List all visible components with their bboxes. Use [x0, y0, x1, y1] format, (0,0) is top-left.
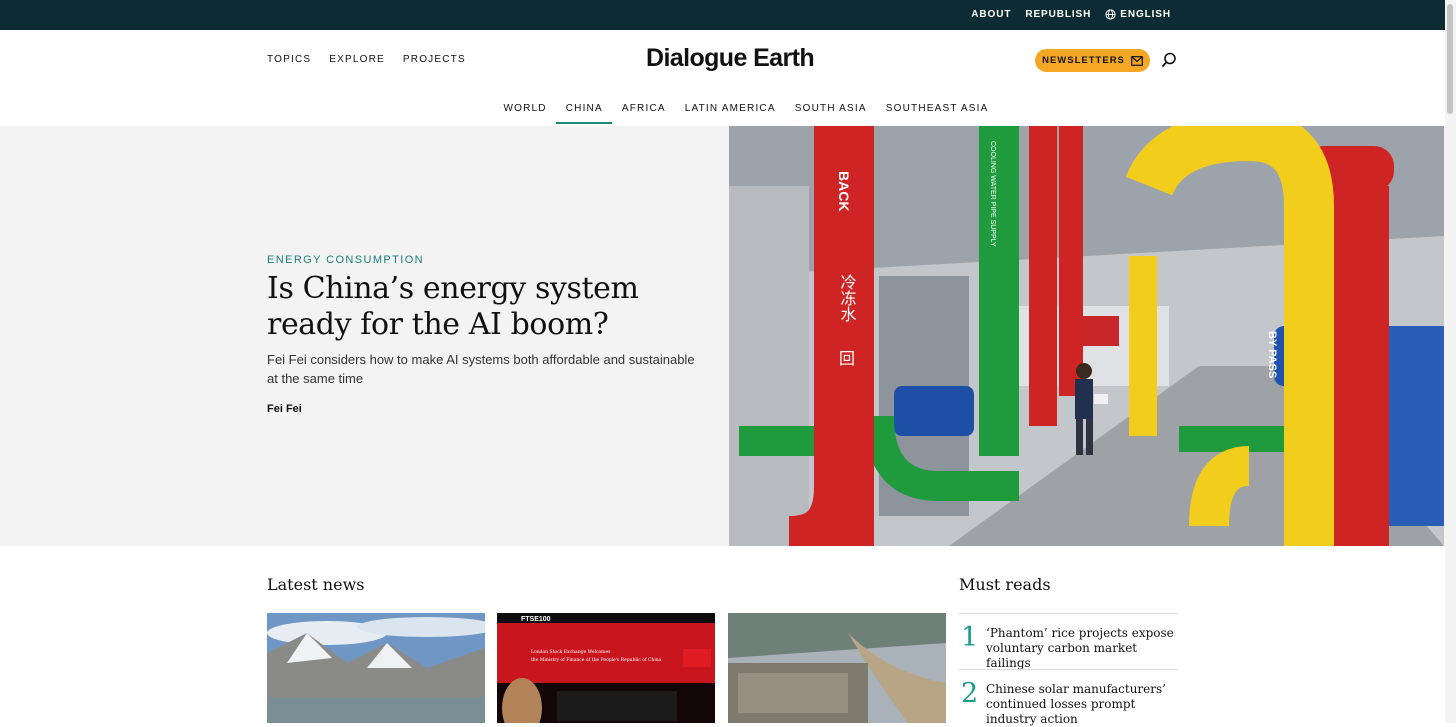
rank-number: 2 — [961, 678, 979, 709]
latest-news-heading: Latest news — [267, 575, 365, 594]
tab-china[interactable]: CHINA — [556, 101, 613, 124]
main-nav: TOPICS EXPLORE PROJECTS — [267, 54, 466, 65]
page-scrollbar[interactable] — [1445, 0, 1456, 723]
newsletters-label: NEWSLETTERS — [1042, 55, 1125, 66]
pipe-room-illustration: BACK 冷冻水 回 BY PASS COOLING WATER PIPE SU… — [729, 126, 1444, 546]
newsletters-button[interactable]: NEWSLETTERS — [1035, 49, 1150, 72]
story-category[interactable]: ENERGY CONSUMPTION — [267, 254, 424, 266]
pipe-label-back: BACK — [836, 171, 852, 211]
region-tabs: WORLD CHINA AFRICA LATIN AMERICA SOUTH A… — [494, 101, 998, 124]
site-header: TOPICS EXPLORE PROJECTS Dialogue Earth N… — [0, 30, 1456, 126]
search-icon[interactable] — [1161, 52, 1177, 68]
news-card-image[interactable] — [728, 613, 946, 723]
news-card-image[interactable]: FTSE100 London Stock Exchange Welcomes t… — [497, 613, 715, 723]
ftse-label: FTSE100 — [521, 616, 551, 623]
language-selector[interactable]: ENGLISH — [1105, 9, 1171, 20]
list-item[interactable]: 1 ‘Phantom’ rice projects expose volunta… — [959, 613, 1178, 671]
lse-banner-line1: London Stock Exchange Welcomes — [531, 649, 611, 655]
featured-story: ENERGY CONSUMPTION Is China’s energy sys… — [0, 126, 1456, 546]
article-link[interactable]: ‘Phantom’ rice projects expose voluntary… — [986, 626, 1178, 671]
tab-south-asia[interactable]: SOUTH ASIA — [785, 101, 876, 124]
rank-number: 1 — [961, 622, 979, 653]
tab-world[interactable]: WORLD — [494, 101, 556, 124]
stock-exchange-photo: FTSE100 London Stock Exchange Welcomes t… — [497, 613, 715, 723]
nav-projects[interactable]: PROJECTS — [403, 54, 466, 65]
list-item[interactable]: 2 Chinese solar manufacturers’ continued… — [959, 669, 1178, 727]
article-link[interactable]: Chinese solar manufacturers’ continued l… — [986, 682, 1178, 727]
lse-banner-line2: the Ministry of Finance of the People's … — [531, 657, 662, 663]
utility-bar: ABOUT REPUBLISH ENGLISH — [0, 0, 1456, 30]
story-standfirst: Fei Fei considers how to make AI systems… — [267, 352, 695, 386]
language-label: ENGLISH — [1120, 9, 1171, 20]
hero-image[interactable]: BACK 冷冻水 回 BY PASS COOLING WATER PIPE SU… — [729, 126, 1444, 546]
must-reads-list: 1 ‘Phantom’ rice projects expose volunta… — [959, 613, 1178, 727]
pipe-label-chilled-water: 冷冻水 — [838, 274, 857, 322]
must-reads-heading: Must reads — [959, 575, 1051, 594]
globe-icon — [1105, 9, 1116, 20]
news-card-image[interactable] — [267, 613, 485, 723]
tab-southeast-asia[interactable]: SOUTHEAST ASIA — [876, 101, 998, 124]
tab-africa[interactable]: AFRICA — [612, 101, 675, 124]
nav-topics[interactable]: TOPICS — [267, 54, 311, 65]
scrollbar-thumb[interactable] — [1447, 4, 1453, 114]
story-author[interactable]: Fei Fei — [267, 403, 302, 415]
nav-explore[interactable]: EXPLORE — [329, 54, 385, 65]
pipe-label-return: 回 — [839, 349, 855, 368]
pipe-label-bypass: BY PASS — [1266, 331, 1278, 378]
flooded-town-photo — [728, 613, 946, 723]
site-logo[interactable]: Dialogue Earth — [646, 44, 815, 73]
pipe-label-supply: COOLING WATER PIPE SUPPLY — [989, 141, 996, 247]
mail-icon — [1130, 55, 1143, 66]
republish-link[interactable]: REPUBLISH — [1025, 9, 1091, 20]
story-headline[interactable]: Is China’s energy system ready for the A… — [267, 271, 717, 343]
mountain-photo — [267, 613, 485, 723]
about-link[interactable]: ABOUT — [971, 9, 1011, 20]
tab-latin-america[interactable]: LATIN AMERICA — [675, 101, 785, 124]
